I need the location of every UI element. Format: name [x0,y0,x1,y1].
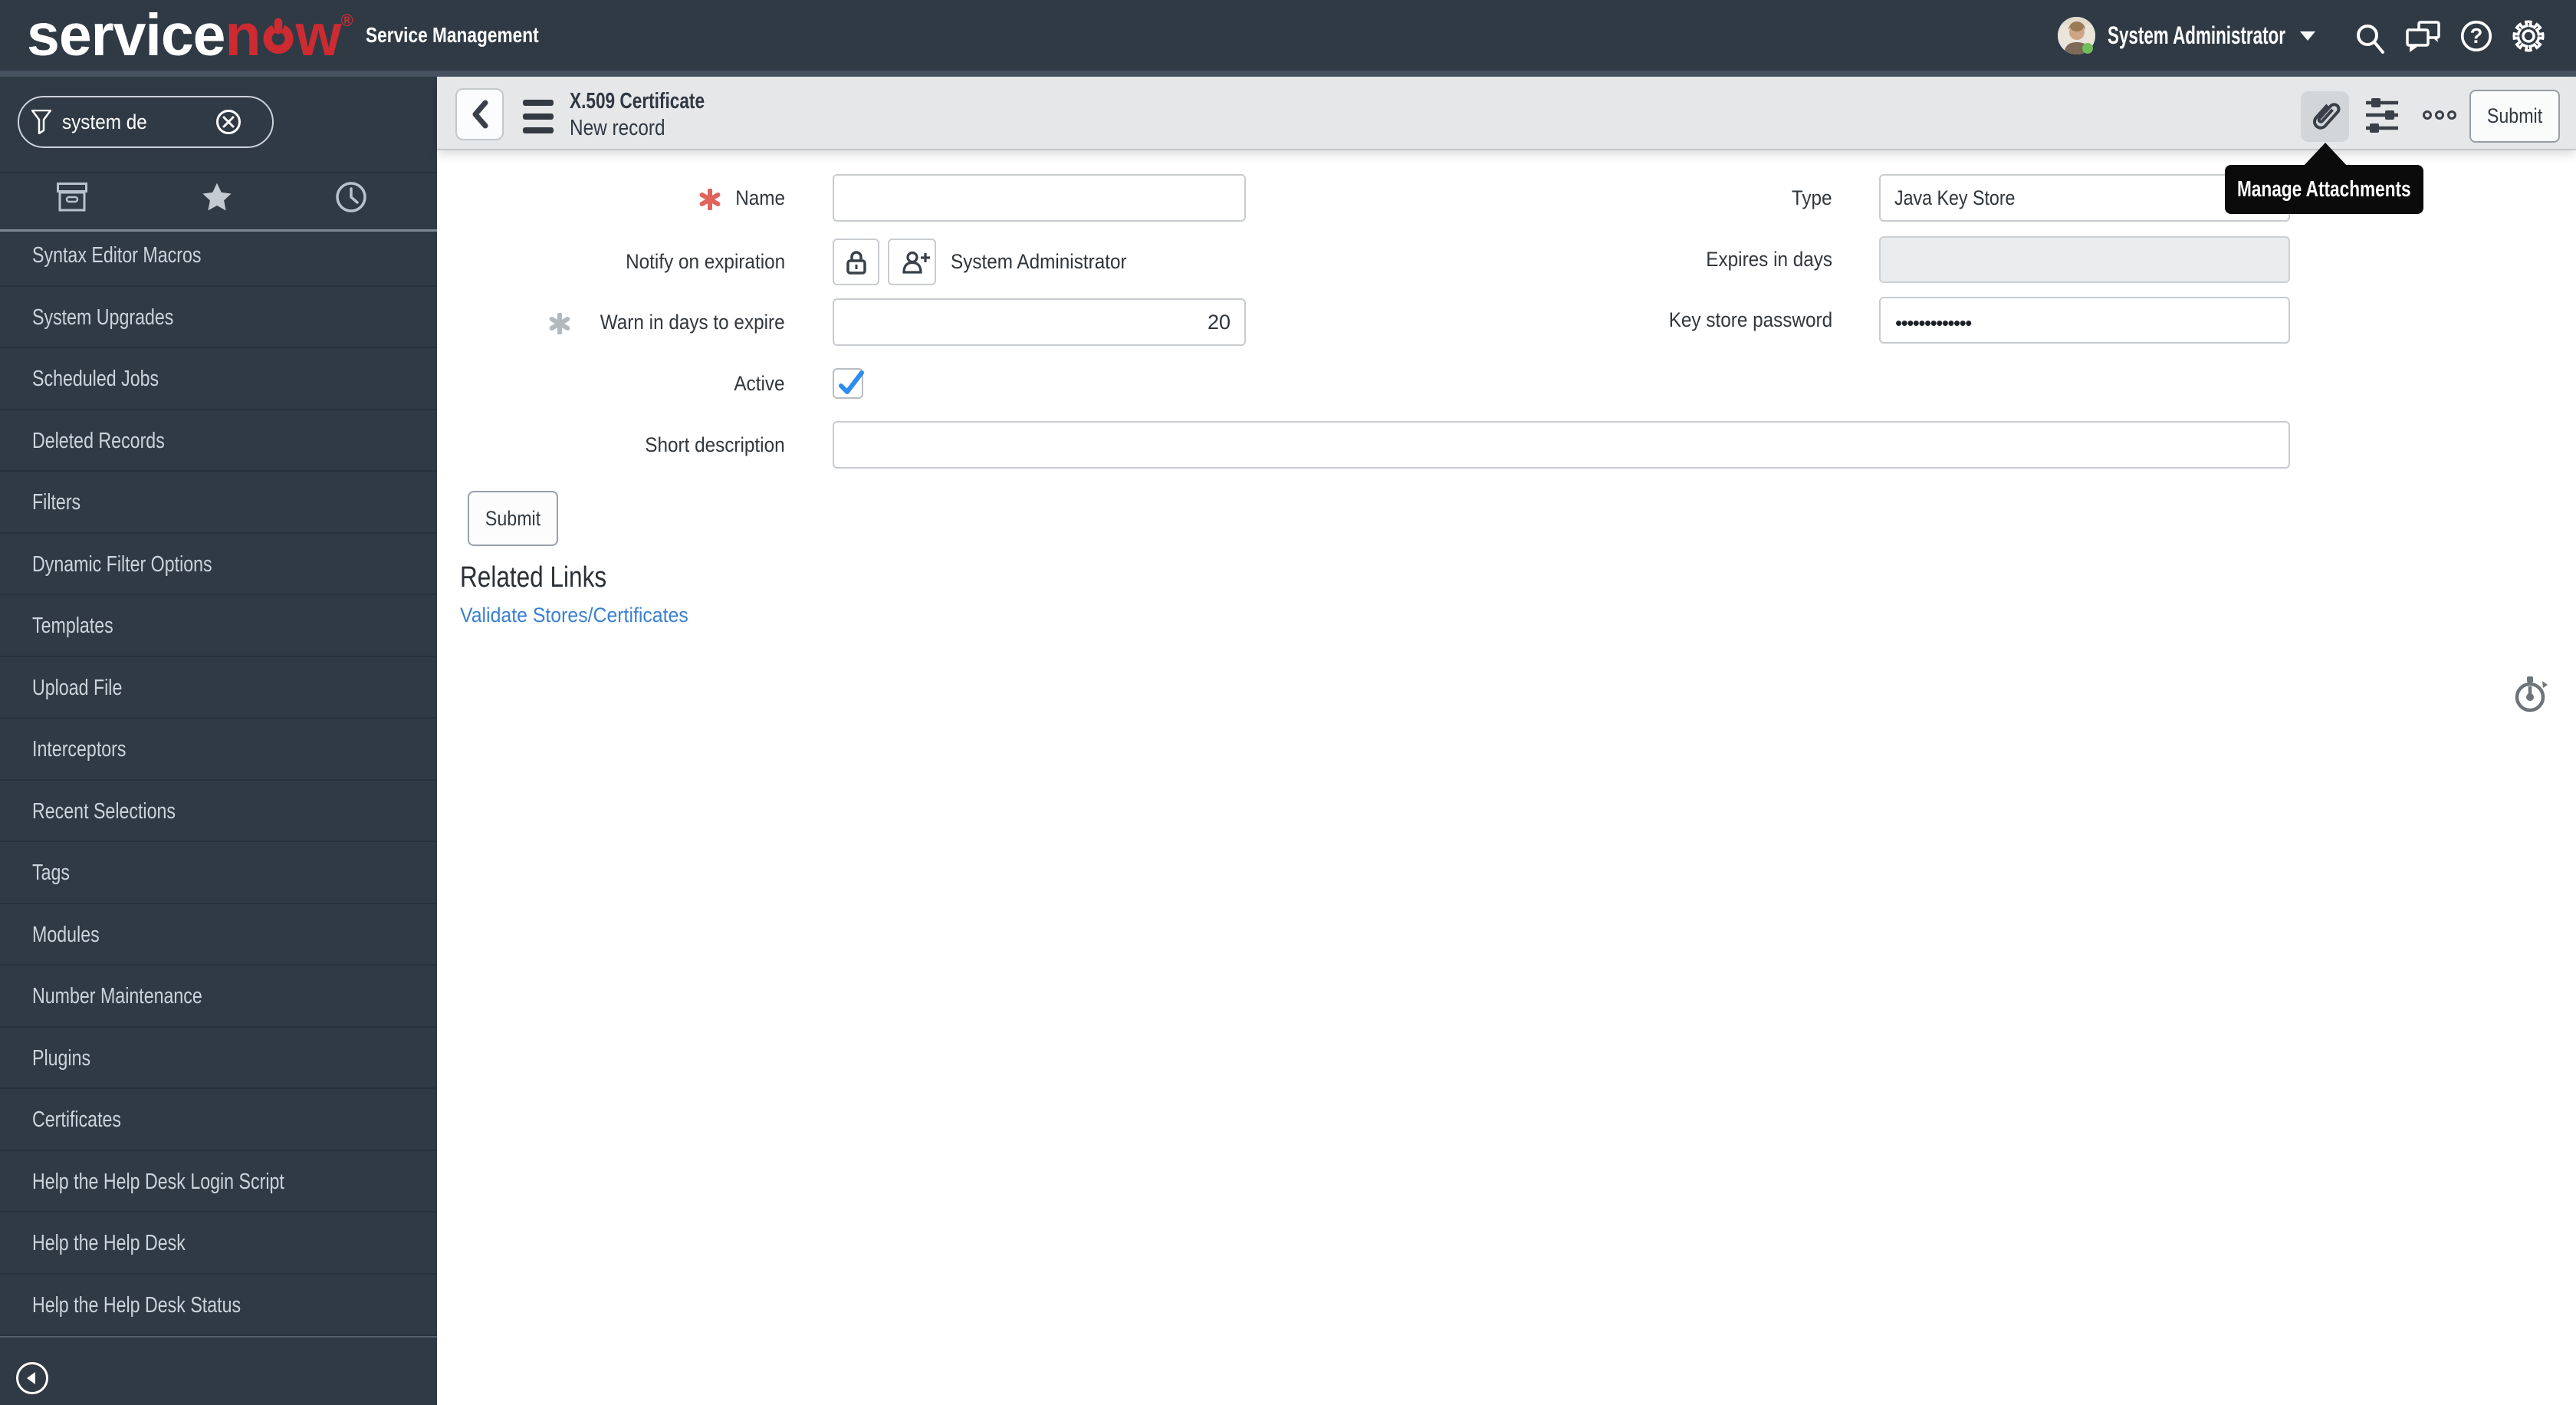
svg-text:?: ? [2470,24,2483,48]
